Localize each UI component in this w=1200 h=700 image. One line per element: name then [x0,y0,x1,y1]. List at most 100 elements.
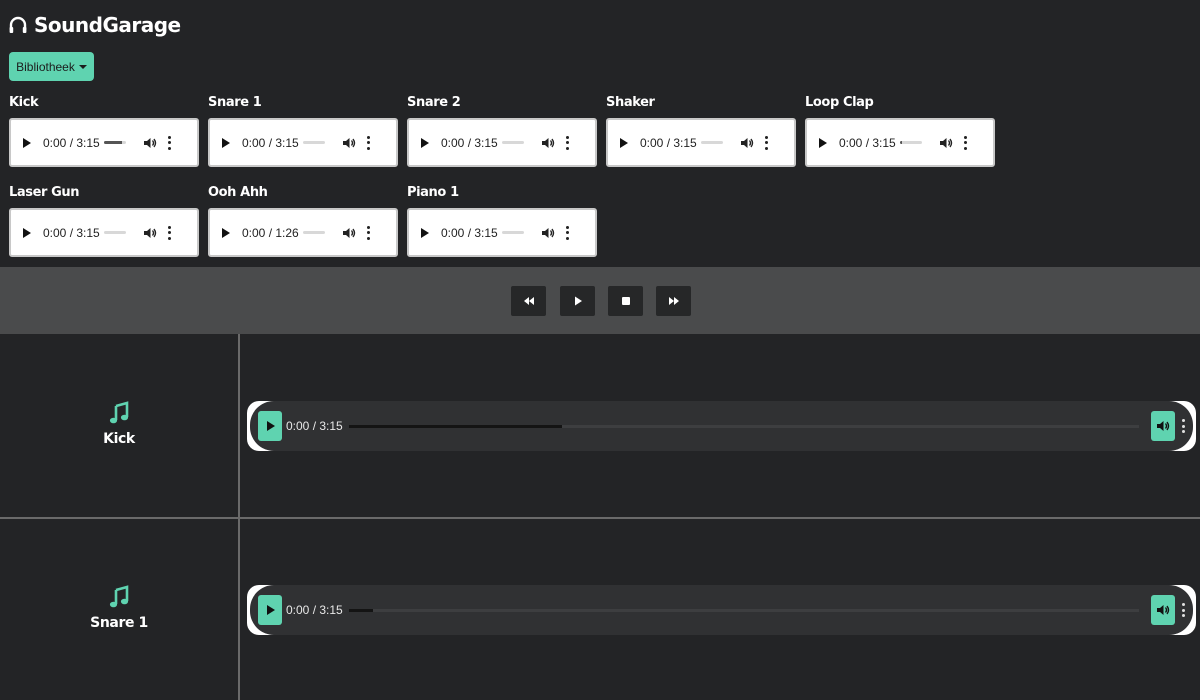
transport-bar [0,267,1200,334]
clip-audio-player: 0:00 / 3:15 [9,208,199,257]
volume-icon [1157,421,1170,431]
library-clip: Loop Clap 0:00 / 3:15 [805,95,995,167]
music-note-icon [109,585,129,608]
play-icon [267,605,275,615]
play-icon [574,296,582,306]
track-volume-button[interactable] [1151,595,1175,625]
library-clip: Piano 1 0:00 / 3:15 [407,185,597,257]
track-progress-slider[interactable] [349,424,1139,428]
more-options-icon[interactable] [366,135,370,150]
volume-icon[interactable] [939,136,953,150]
track-play-button[interactable] [258,595,282,625]
play-icon[interactable] [222,137,230,148]
play-icon[interactable] [23,137,31,148]
rewind-button[interactable] [511,286,546,316]
track-volume-button[interactable] [1151,411,1175,441]
clip-progress-slider[interactable] [303,231,325,234]
clip-time: 0:00 / 1:26 [242,225,299,240]
more-options-icon[interactable] [167,225,171,240]
play-icon[interactable] [421,227,429,238]
more-options-icon[interactable] [1181,419,1185,433]
caret-down-icon [78,65,87,69]
library-clip: Shaker 0:00 / 3:15 [606,95,796,167]
clip-audio-player: 0:00 / 3:15 [407,208,597,257]
play-button[interactable] [560,286,595,316]
clip-time: 0:00 / 3:15 [640,135,697,150]
more-options-icon[interactable] [1181,603,1185,617]
music-note-icon [109,401,129,424]
app-title: SoundGarage [34,13,181,37]
track-label: Kick [0,401,238,447]
clip-title: Loop Clap [805,95,874,110]
library-button-label: Bibliotheek [16,59,75,74]
clip-audio-player: 0:00 / 3:15 [805,118,995,167]
clip-progress-slider[interactable] [502,141,524,144]
play-icon[interactable] [620,137,628,148]
more-options-icon[interactable] [167,135,171,150]
fast-forward-icon [668,297,679,305]
library-clip: Snare 1 0:00 / 3:15 [208,95,398,167]
volume-icon[interactable] [541,136,555,150]
clip-title: Kick [9,95,39,110]
clip-audio-player: 0:00 / 3:15 [407,118,597,167]
play-icon[interactable] [222,227,230,238]
library-clip: Kick 0:00 / 3:15 [9,95,199,167]
clip-title: Ooh Ahh [208,185,268,200]
track-progress-slider[interactable] [349,608,1139,612]
track-name: Kick [103,431,135,447]
clip-time: 0:00 / 3:15 [43,225,100,240]
clip-time: 0:00 / 3:15 [441,135,498,150]
volume-icon [1157,605,1170,615]
stop-icon [621,297,630,305]
volume-icon[interactable] [342,136,356,150]
volume-icon[interactable] [740,136,754,150]
clip-time: 0:00 / 3:15 [43,135,100,150]
track-time: 0:00 / 3:15 [286,419,343,433]
volume-icon[interactable] [541,226,555,240]
play-icon [267,421,275,431]
rewind-icon [523,297,534,305]
track-row-divider [0,517,1200,519]
app-brand: SoundGarage [8,10,181,40]
play-icon[interactable] [23,227,31,238]
library-clip: Laser Gun 0:00 / 3:15 [9,185,199,257]
library-clip: Snare 2 0:00 / 3:15 [407,95,597,167]
clip-progress-slider[interactable] [303,141,325,144]
clip-title: Snare 1 [208,95,262,110]
more-options-icon[interactable] [565,225,569,240]
clip-audio-player: 0:00 / 3:15 [208,118,398,167]
more-options-icon[interactable] [565,135,569,150]
track-time: 0:00 / 3:15 [286,603,343,617]
volume-icon[interactable] [143,226,157,240]
track-name: Snare 1 [90,615,148,631]
more-options-icon[interactable] [764,135,768,150]
clip-progress-slider[interactable] [701,141,723,144]
clip-progress-slider[interactable] [502,231,524,234]
track-play-button[interactable] [258,411,282,441]
clip-time: 0:00 / 3:15 [839,135,896,150]
track-audio-player: 0:00 / 3:15 [247,585,1196,635]
play-icon[interactable] [819,137,827,148]
clip-progress-slider[interactable] [104,231,126,234]
clip-audio-player: 0:00 / 1:26 [208,208,398,257]
clip-title: Snare 2 [407,95,461,110]
volume-icon[interactable] [143,136,157,150]
clip-audio-player: 0:00 / 3:15 [9,118,199,167]
play-icon[interactable] [421,137,429,148]
clip-time: 0:00 / 3:15 [441,225,498,240]
stop-button[interactable] [608,286,643,316]
library-dropdown-button[interactable]: Bibliotheek [9,52,94,81]
clip-title: Piano 1 [407,185,459,200]
fast-forward-button[interactable] [656,286,691,316]
clip-progress-slider[interactable] [900,141,922,144]
more-options-icon[interactable] [963,135,967,150]
clip-title: Laser Gun [9,185,80,200]
volume-icon[interactable] [342,226,356,240]
more-options-icon[interactable] [366,225,370,240]
clip-time: 0:00 / 3:15 [242,135,299,150]
clip-title: Shaker [606,95,655,110]
clip-progress-slider[interactable] [104,141,126,144]
clip-audio-player: 0:00 / 3:15 [606,118,796,167]
track-label: Snare 1 [0,585,238,631]
headphones-icon [9,16,27,33]
